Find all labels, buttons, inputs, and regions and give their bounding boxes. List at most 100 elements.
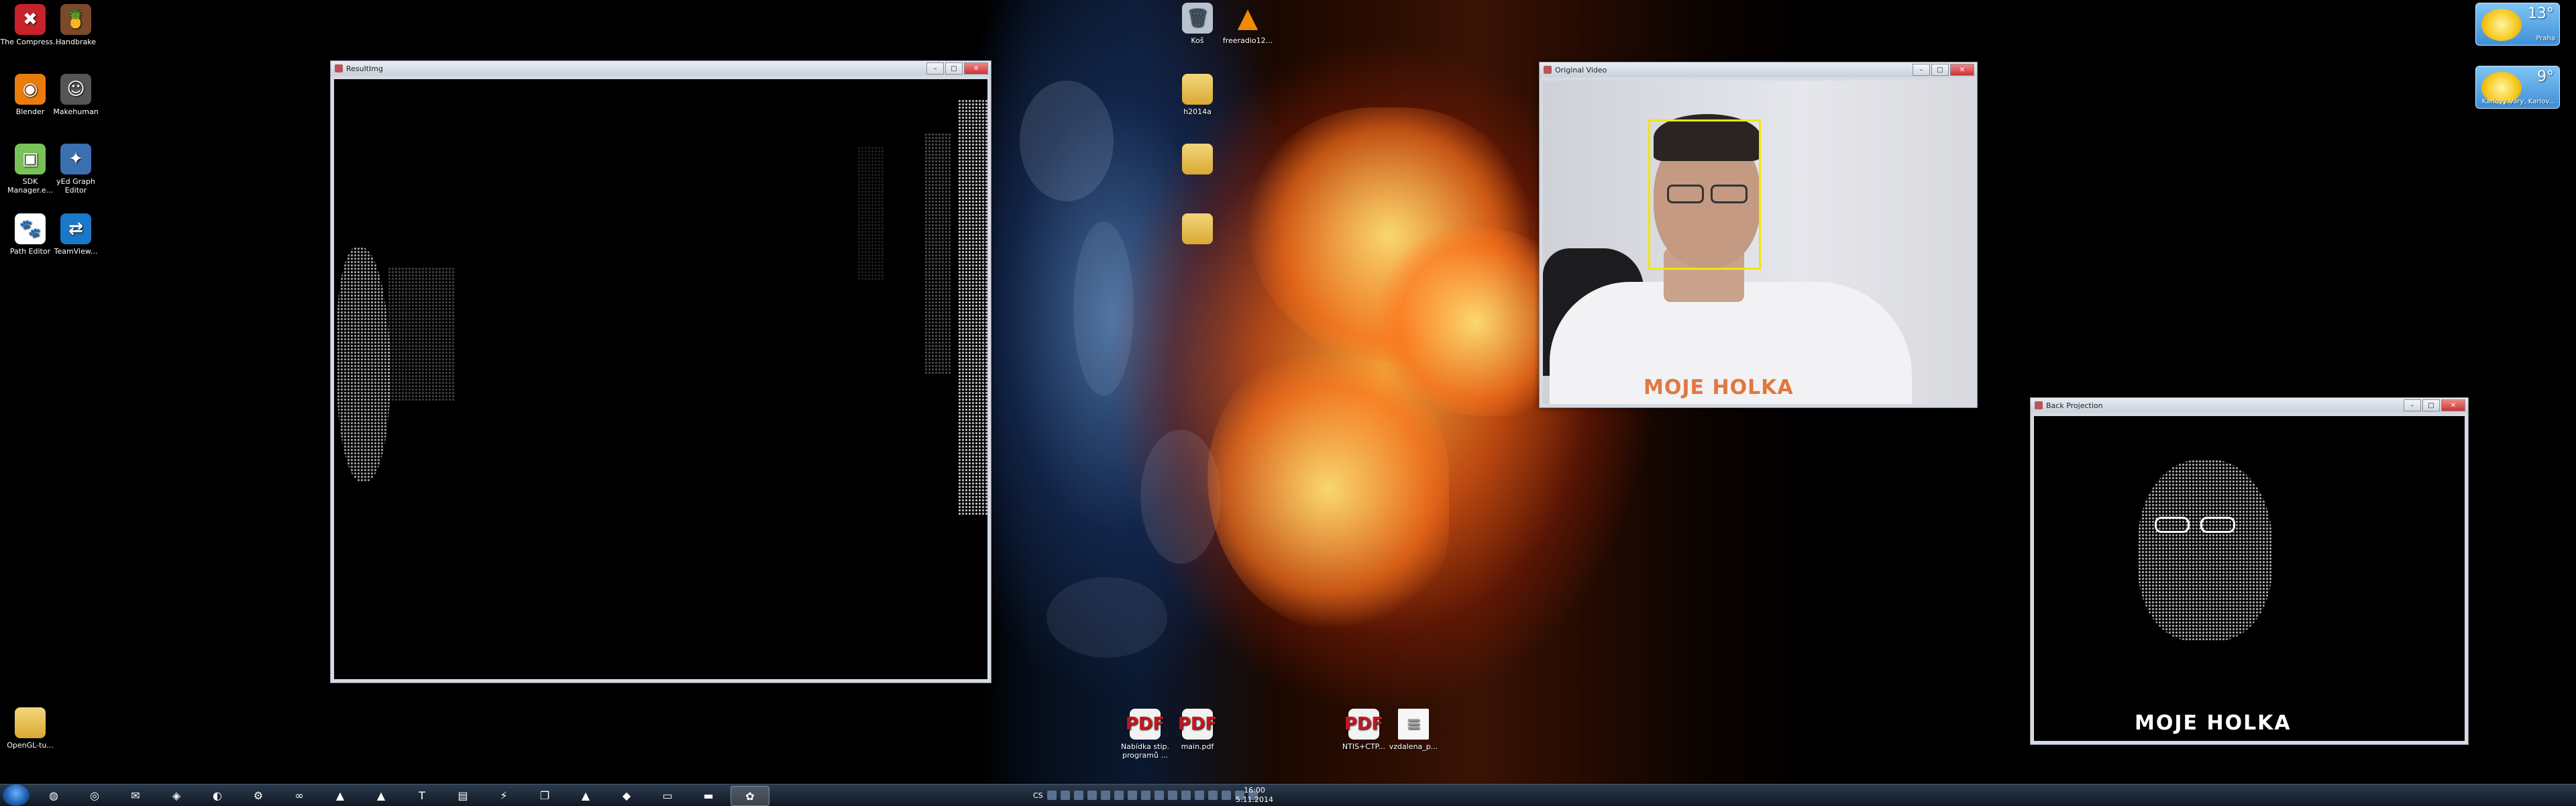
taskbar-button[interactable]: ▲ — [362, 786, 400, 805]
minimize-button[interactable]: – — [2404, 399, 2421, 411]
firefox-icon: ◍ — [49, 789, 58, 802]
tray-icon[interactable] — [1127, 791, 1137, 800]
folder-icon — [1182, 74, 1213, 105]
weather-gadget[interactable]: 13° Praha — [2475, 3, 2560, 46]
desktop-icon[interactable]: h2014a — [1167, 74, 1228, 116]
tray-icon[interactable] — [1073, 791, 1083, 800]
clock[interactable]: 16:00 5.11.2014 — [1228, 786, 1281, 805]
opencv-app-icon: ✿ — [745, 789, 755, 803]
taskbar-button[interactable]: ▲ — [567, 786, 604, 805]
close-button[interactable]: ✕ — [2441, 399, 2465, 411]
weather-temp: 13° — [2528, 5, 2554, 22]
eclipse-icon: ◐ — [213, 789, 222, 802]
tray-icon[interactable] — [1100, 791, 1110, 800]
taskbar-button[interactable]: ▲ — [321, 786, 359, 805]
maximize-button[interactable]: □ — [1931, 64, 1949, 76]
taskbar-button[interactable]: ◍ — [35, 786, 72, 805]
face-detection-box — [1648, 119, 1761, 270]
desktop-icon[interactable]: OpenGL-tu... — [0, 707, 60, 750]
recycle-bin-icon: 🗑 — [1182, 3, 1213, 34]
vlc-icon: ▲ — [1237, 2, 1258, 34]
taskbar-button[interactable]: ∞ — [280, 786, 318, 805]
taskbar-button[interactable]: T — [403, 786, 441, 805]
desktop-icon[interactable]: ≡ vzdalena_p... — [1383, 709, 1444, 751]
tray-icon[interactable] — [1140, 791, 1150, 800]
chrome-icon: ◎ — [90, 789, 99, 802]
close-button[interactable]: ✕ — [964, 62, 988, 74]
sun-icon — [2481, 9, 2522, 41]
original-video-window[interactable]: Original Video – □ ✕ MOJE HOLKA — [1539, 62, 1978, 408]
pdf-icon: PDF — [1178, 709, 1217, 740]
window-titlebar[interactable]: ResultImg – □ ✕ — [331, 61, 991, 76]
taskbar-button[interactable]: ✿ — [731, 786, 769, 806]
taskbar-button[interactable]: ◐ — [199, 786, 236, 805]
taskbar-button[interactable]: ◎ — [76, 786, 113, 805]
folder-icon — [1182, 213, 1213, 244]
tray-icon[interactable] — [1167, 791, 1177, 800]
taskbar-button[interactable]: ◈ — [158, 786, 195, 805]
back-projection-window[interactable]: Back Projection – □ ✕ MOJE HOLKA — [2030, 397, 2469, 745]
tray-icon[interactable] — [1181, 791, 1191, 800]
desktop-icon[interactable] — [1167, 213, 1228, 247]
taskbar-button[interactable]: ❐ — [526, 786, 564, 805]
glasses — [2155, 517, 2235, 533]
tray-icon[interactable] — [1114, 791, 1124, 800]
desktop-icon[interactable]: 🍍 Handbrake — [46, 4, 106, 46]
desktop-icon[interactable]: PDF Nabídka stip. programů ... — [1115, 709, 1175, 760]
video-frame: MOJE HOLKA — [1543, 81, 1974, 404]
network-icon: ⚡ — [500, 789, 508, 802]
minimize-button[interactable]: – — [926, 62, 944, 74]
texmaker-icon: T — [419, 789, 425, 802]
desktop-icon[interactable]: ✦ yEd Graph Editor — [46, 144, 106, 195]
tray-icon[interactable] — [1046, 791, 1057, 800]
system-tray: CS — [1033, 785, 1258, 806]
cmd-icon: ▬ — [703, 789, 714, 802]
inkscape-icon: ▲ — [581, 789, 590, 802]
close-button[interactable]: ✕ — [1950, 64, 1974, 76]
back-projection-image: MOJE HOLKA — [2034, 416, 2465, 741]
outlook-icon: ✉ — [131, 789, 140, 802]
taskbar-button[interactable]: ⚙ — [239, 786, 277, 805]
tray-icon[interactable] — [1060, 791, 1070, 800]
tray-icon[interactable] — [1208, 791, 1218, 800]
pdf-icon: PDF — [1344, 709, 1383, 740]
desktop-icon[interactable]: ☺ Makehuman — [46, 74, 106, 116]
taskbar-button[interactable]: ◆ — [608, 786, 645, 805]
window-titlebar[interactable]: Original Video – □ ✕ — [1540, 62, 1977, 77]
desktop-icon[interactable] — [1167, 144, 1228, 177]
taskbar-button[interactable]: ▭ — [649, 786, 686, 805]
paw-icon: 🐾 — [15, 213, 46, 244]
minimize-button[interactable]: – — [1913, 64, 1930, 76]
language-indicator[interactable]: CS — [1033, 791, 1043, 800]
taskbar-button[interactable]: ▬ — [690, 786, 727, 805]
window-title: Original Video — [1555, 65, 1607, 74]
folder-icon — [1182, 144, 1213, 174]
compress-icon: ✖ — [15, 4, 46, 35]
weather-gadget[interactable]: 9° Karlovy Vary, Karlov... — [2475, 66, 2560, 109]
window-titlebar[interactable]: Back Projection – □ ✕ — [2031, 398, 2468, 413]
projected-face — [2138, 460, 2272, 641]
visual-studio-icon: ∞ — [294, 789, 304, 802]
start-button[interactable] — [3, 785, 30, 806]
maximize-button[interactable]: □ — [2422, 399, 2440, 411]
tray-icon[interactable] — [1154, 791, 1164, 800]
taskbar-button[interactable]: ✉ — [117, 786, 154, 805]
desktop-icon[interactable]: ⇄ TeamView... — [46, 213, 106, 256]
app-icon — [335, 64, 343, 72]
android-icon: ▣ — [15, 144, 46, 174]
matlab-icon: ▲ — [335, 789, 345, 802]
document-icon: ≡ — [1398, 709, 1429, 740]
maximize-button[interactable]: □ — [945, 62, 963, 74]
tray-icon[interactable] — [1087, 791, 1097, 800]
tray-icon[interactable] — [1194, 791, 1204, 800]
desktop-icon[interactable]: ▲ freeradio12... — [1218, 2, 1278, 46]
handbrake-icon: 🍍 — [60, 4, 91, 35]
taskbar-button[interactable]: ▤ — [444, 786, 482, 805]
result-window[interactable]: ResultImg – □ ✕ — [330, 60, 991, 683]
explorer-icon: ◈ — [172, 789, 181, 802]
shirt-text: MOJE HOLKA — [1644, 376, 1794, 399]
taskbar-button[interactable]: ⚡ — [485, 786, 523, 805]
yed-icon: ✦ — [60, 144, 91, 174]
app-icon — [2035, 401, 2043, 409]
desktop-icon[interactable]: PDF main.pdf — [1167, 709, 1228, 751]
